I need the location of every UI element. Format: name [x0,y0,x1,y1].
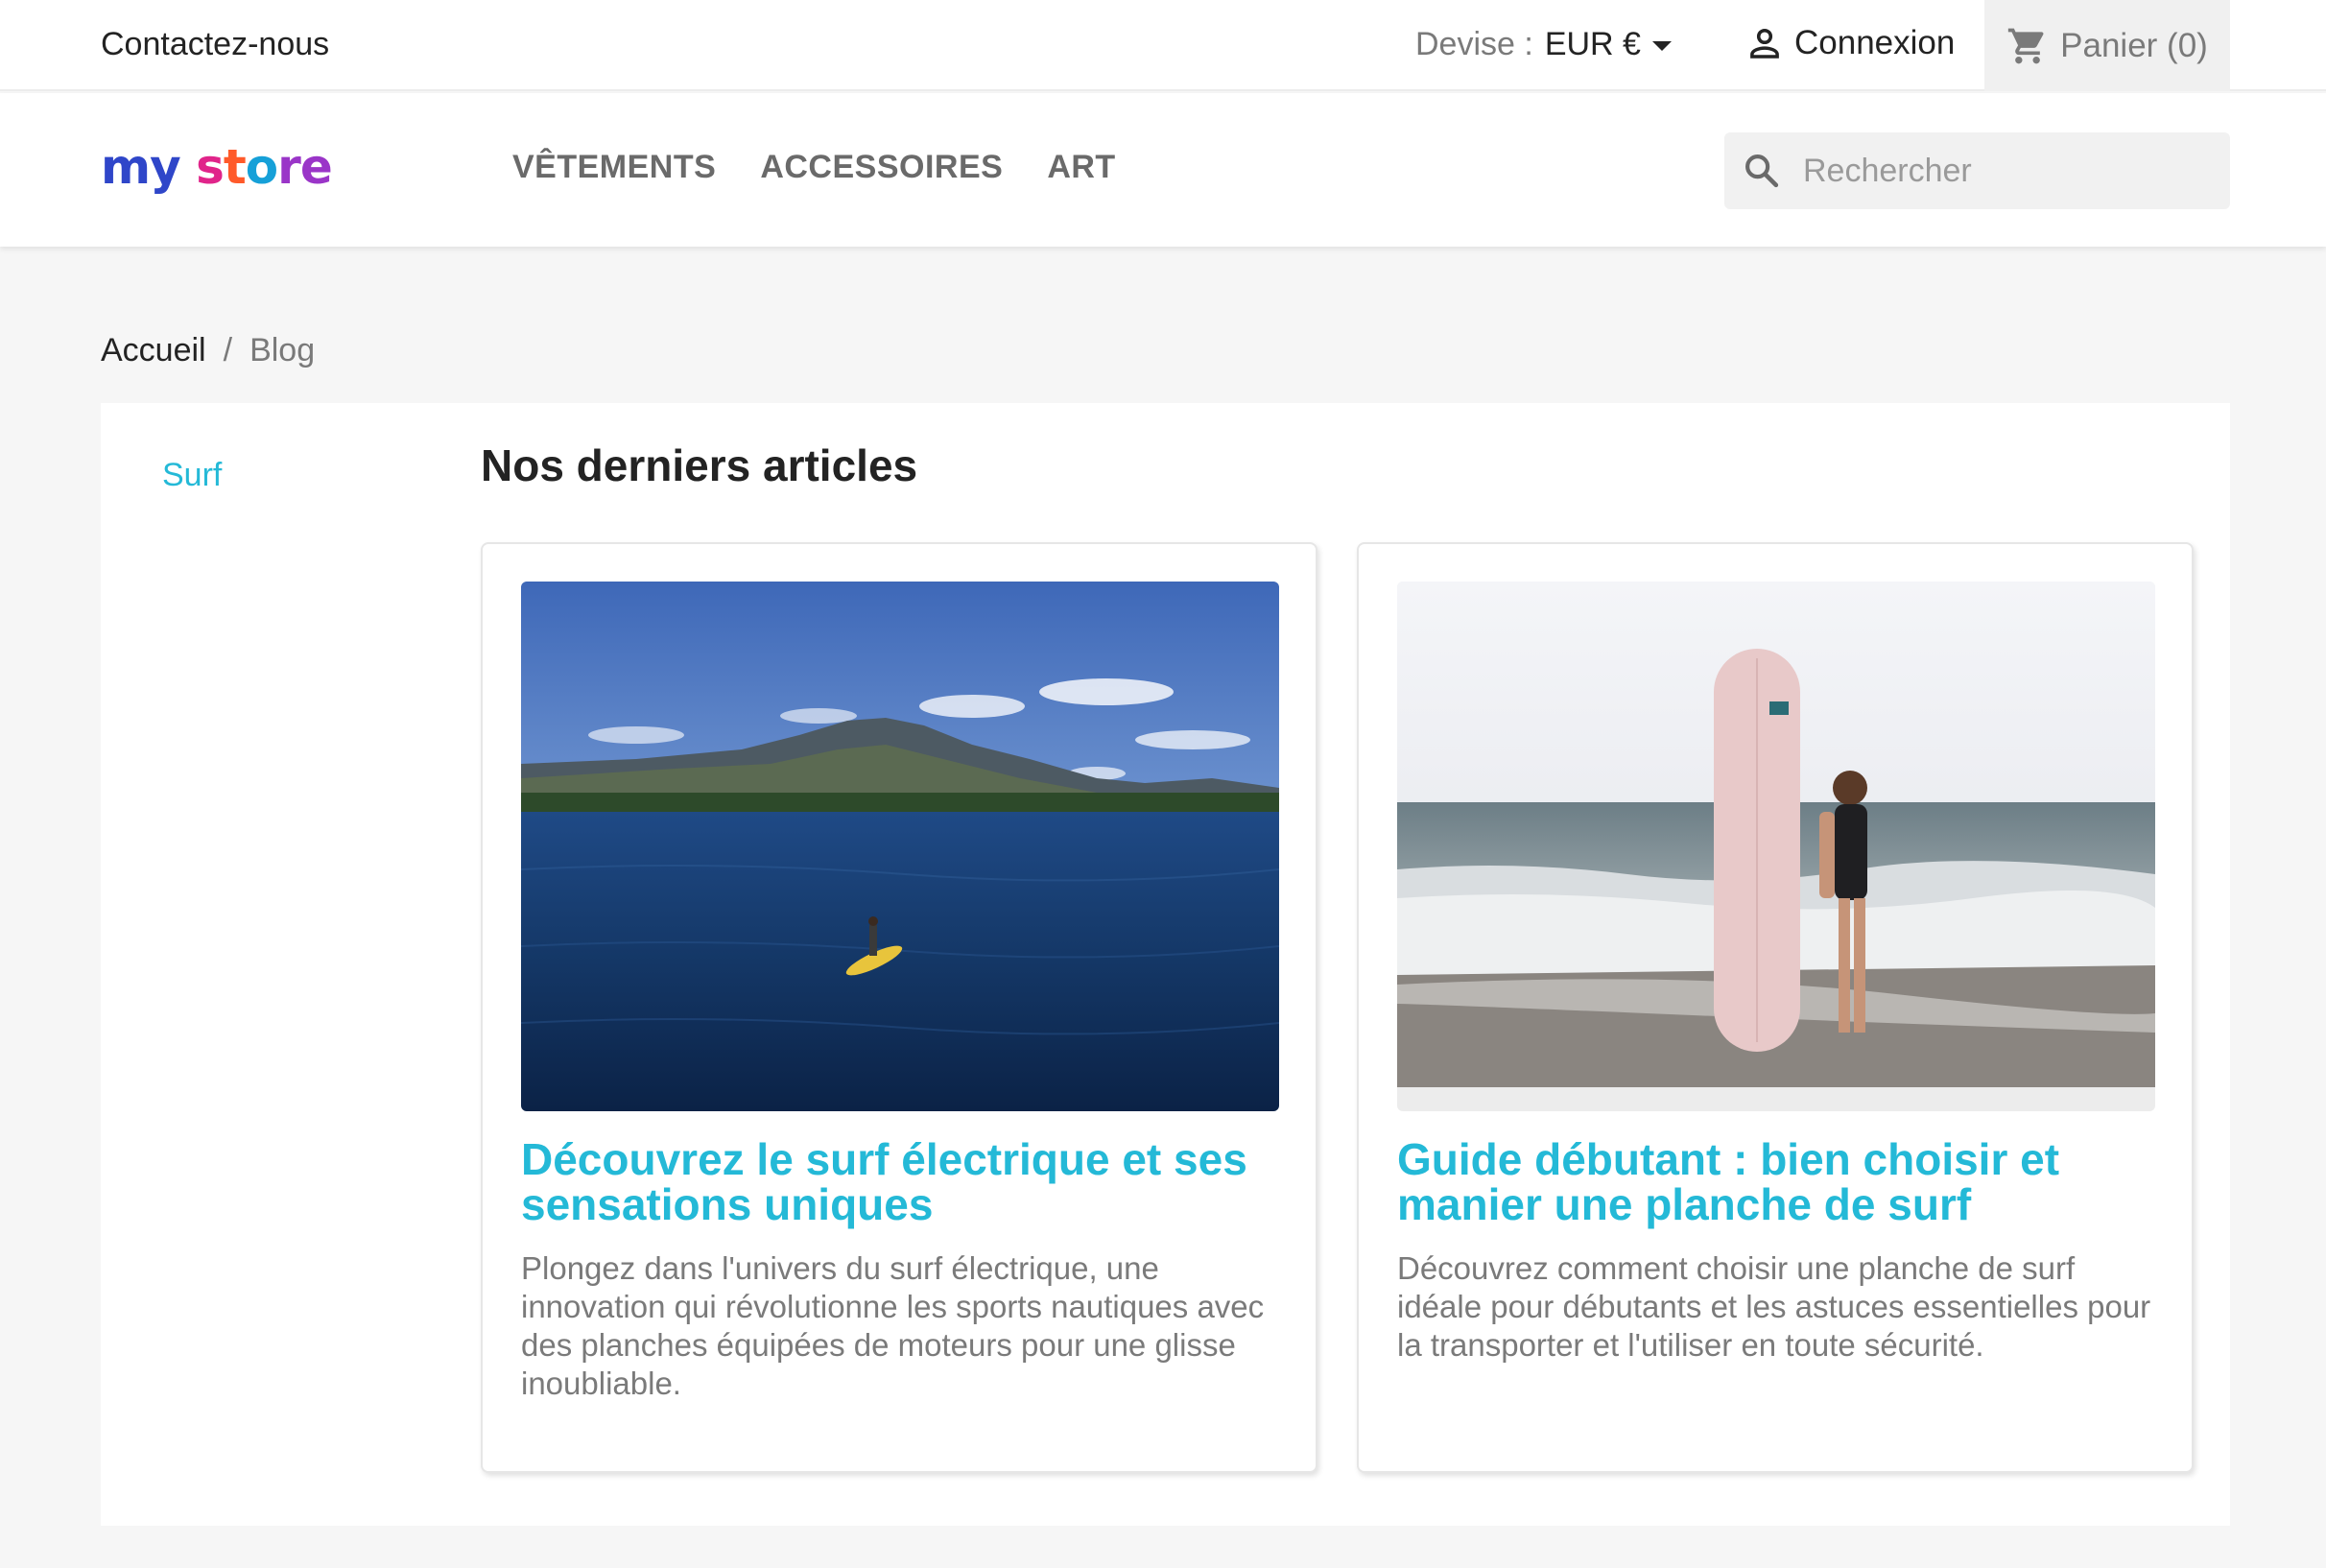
user-icon [1750,28,1779,59]
search-box [1724,132,2230,209]
article-excerpt: Découvrez comment choisir une planche de… [1397,1250,2151,1363]
article-image-surfer-beach[interactable] [1397,582,2155,1111]
cart-button[interactable]: Panier (0) [1984,0,2230,91]
article-card[interactable]: Guide débutant : bien choisir et manier … [1357,542,2194,1473]
page-title: Nos derniers articles [481,440,918,490]
caret-down-icon [1651,40,1672,51]
breadcrumb-home[interactable]: Accueil [101,332,206,369]
shopping-cart-icon [2007,28,2044,63]
article-excerpt: Plongez dans l'univers du surf électriqu… [521,1250,1265,1401]
header: my store VÊTEMENTS ACCESSOIRES ART [0,93,2326,247]
nav-item-accessoires[interactable]: ACCESSOIRES [760,149,1003,186]
search-input[interactable] [1803,152,2206,190]
login-label: Connexion [1794,24,1956,61]
breadcrumb: Accueil / Blog [101,332,315,369]
nav-item-art[interactable]: ART [1047,149,1115,186]
main-nav: VÊTEMENTS ACCESSOIRES ART [512,149,1116,186]
sidebar-item-surf[interactable]: Surf [162,457,222,494]
article-image-lake-paddleboard[interactable] [521,582,1279,1111]
article-title[interactable]: Découvrez le surf électrique et ses sens… [521,1137,1289,1227]
search-icon[interactable] [1742,151,1782,191]
cart-label: Panier (0) [2060,26,2208,64]
article-card[interactable]: Découvrez le surf électrique et ses sens… [481,542,1317,1473]
currency-value: EUR € [1544,26,1641,62]
currency-selector[interactable]: Devise : EUR € [1415,26,1672,63]
login-link[interactable]: Connexion [1744,23,1955,63]
breadcrumb-separator: / [223,332,233,368]
blog-panel: Surf Nos derniers articles Découvrez le … [101,403,2230,1526]
nav-item-vetements[interactable]: VÊTEMENTS [512,149,716,186]
article-title[interactable]: Guide débutant : bien choisir et manier … [1397,1137,2165,1227]
breadcrumb-current: Blog [249,332,316,368]
top-bar: Contactez-nous Devise : EUR € Connexion … [0,0,2326,91]
store-logo[interactable]: my store [101,139,333,195]
currency-label: Devise : [1415,26,1533,62]
contact-link[interactable]: Contactez-nous [101,26,329,63]
